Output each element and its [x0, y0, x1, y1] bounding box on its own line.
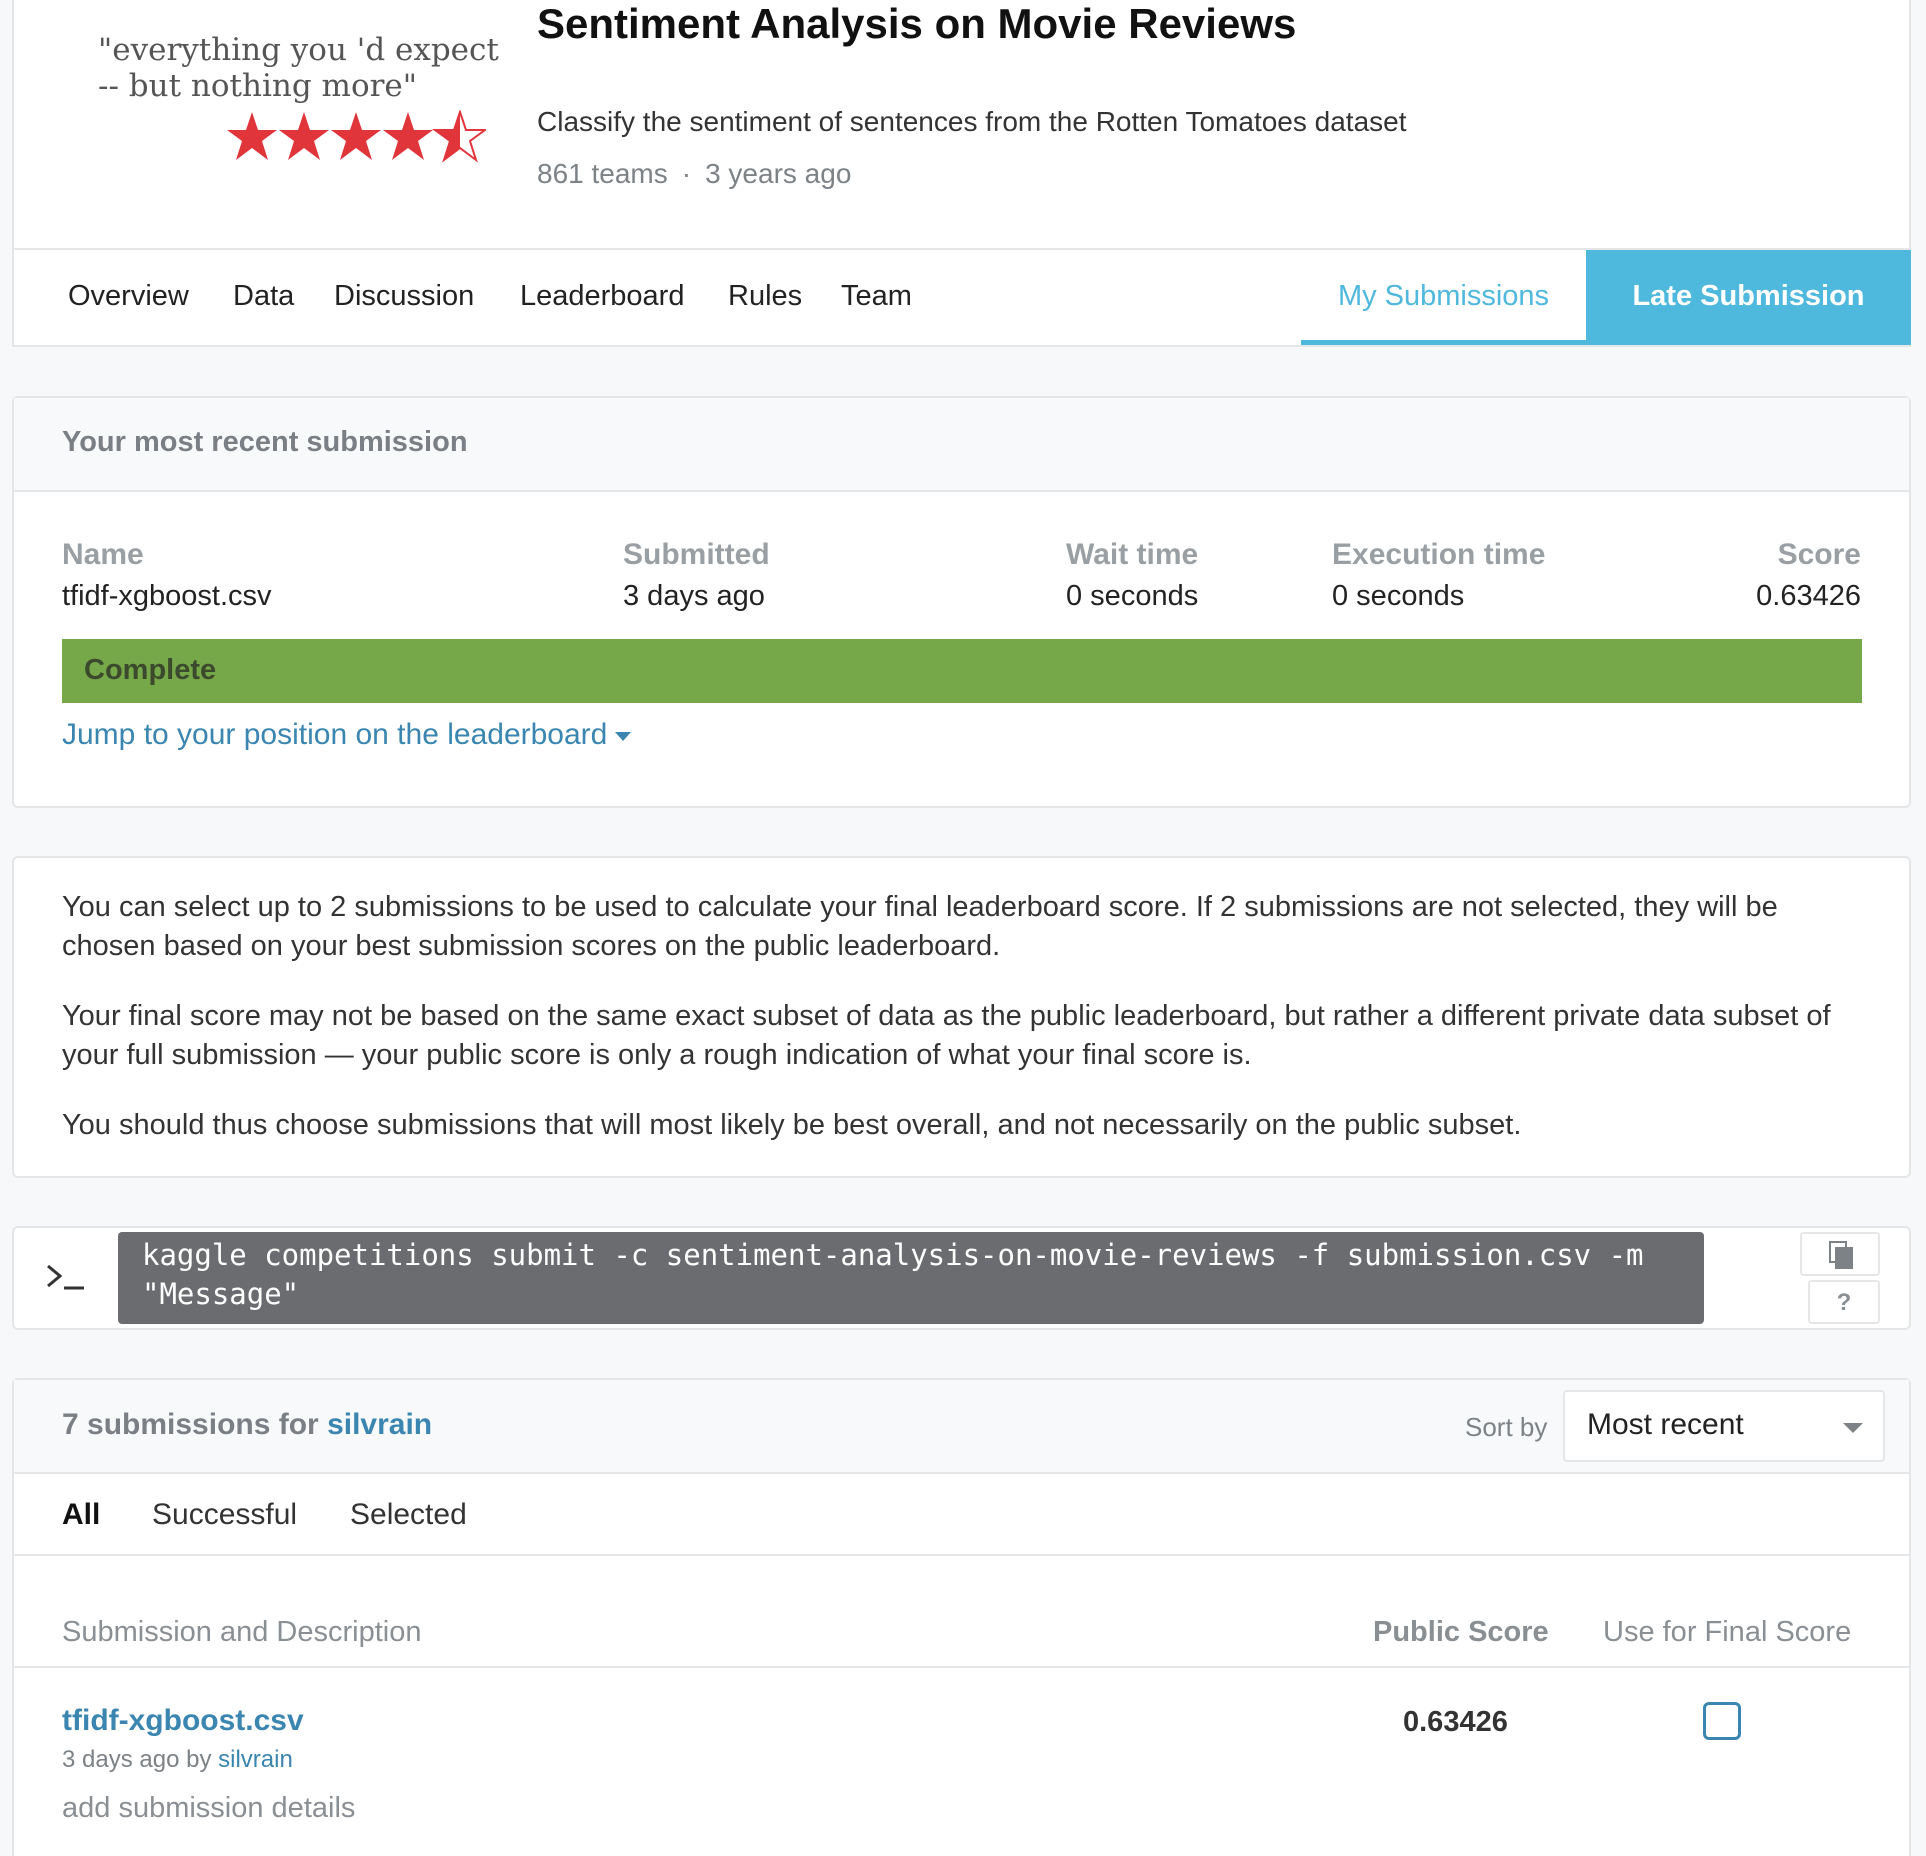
public-score-value: 0.63426 [1403, 1706, 1508, 1738]
score-label: Score [1777, 538, 1861, 571]
column-header-public-score[interactable]: Public Score [1373, 1616, 1549, 1649]
submission-filters [14, 1474, 1909, 1556]
filter-all[interactable]: All [62, 1498, 100, 1532]
competition-header: "everything you 'd expect -- but nothing… [12, 0, 1911, 347]
tab-discussion[interactable]: Discussion [334, 280, 474, 313]
tab-team[interactable]: Team [841, 280, 912, 313]
submissions-header: 7 submissions for silvrain Sort by Most … [14, 1380, 1909, 1474]
tab-overview[interactable]: Overview [68, 280, 189, 313]
info-paragraph: You should thus choose submissions that … [62, 1109, 1522, 1141]
recent-submission-panel: Your most recent submission Name tfidf-x… [12, 396, 1911, 808]
competition-title: Sentiment Analysis on Movie Reviews [537, 0, 1297, 47]
competition-age: 3 years ago [705, 158, 852, 189]
team-count: 861 teams [537, 158, 668, 189]
execution-time-label: Execution time [1332, 538, 1546, 571]
copy-button[interactable] [1800, 1232, 1880, 1276]
status-badge: Complete [62, 639, 1862, 703]
sort-select[interactable]: Most recent [1563, 1390, 1885, 1462]
execution-time-column: Execution time 0 seconds [1332, 538, 1545, 613]
sort-value: Most recent [1587, 1408, 1744, 1441]
wait-time-label: Wait time [1066, 538, 1199, 571]
terminal-icon [47, 1264, 84, 1290]
competition-subtitle: Classify the sentiment of sentences from… [537, 106, 1407, 137]
help-button[interactable]: ? [1808, 1280, 1880, 1324]
cli-command[interactable]: kaggle competitions submit -c sentiment-… [118, 1232, 1704, 1324]
info-paragraph: You can select up to 2 submissions to be… [62, 891, 1778, 962]
score-value: 0.63426 [1756, 580, 1861, 612]
user-link[interactable]: silvrain [327, 1408, 432, 1441]
tab-leaderboard[interactable]: Leaderboard [520, 280, 684, 313]
jump-to-leaderboard-link[interactable]: Jump to your position on the leaderboard [62, 718, 632, 752]
submissions-panel: 7 submissions for silvrain Sort by Most … [12, 1378, 1911, 1856]
name-value: tfidf-xgboost.csv [62, 580, 272, 612]
submitted-value: 3 days ago [623, 580, 765, 612]
logo-quote: "everything you 'd expect -- but nothing… [98, 32, 499, 104]
column-header-final-score: Use for Final Score [1603, 1616, 1852, 1648]
submitted-label: Submitted [623, 538, 770, 571]
submitter-link[interactable]: silvrain [218, 1746, 293, 1773]
submissions-count: 7 submissions for silvrain [62, 1408, 432, 1442]
cli-submit-panel: kaggle competitions submit -c sentiment-… [12, 1226, 1911, 1330]
separator-dot: · [681, 158, 692, 189]
my-submissions-button[interactable]: My Submissions [1301, 250, 1586, 345]
final-score-checkbox[interactable] [1703, 1702, 1741, 1740]
submitted-column: Submitted 3 days ago [623, 538, 770, 613]
chevron-down-icon [1843, 1423, 1863, 1433]
filter-selected[interactable]: Selected [350, 1498, 467, 1532]
copy-icon [1829, 1241, 1853, 1269]
name-column: Name tfidf-xgboost.csv [62, 538, 272, 613]
column-header-description: Submission and Description [62, 1616, 422, 1648]
competition-tabs: Overview Data Discussion Leaderboard Rul… [14, 248, 1911, 345]
submissions-count-label: 7 submissions for [62, 1408, 328, 1441]
final-score-info-panel: You can select up to 2 submissions to be… [12, 856, 1911, 1178]
competition-meta: 861 teams · 3 years ago [537, 158, 851, 190]
score-column: Score 0.63426 [1756, 538, 1861, 613]
recent-submission-heading: Your most recent submission [14, 398, 1909, 492]
submission-file-link[interactable]: tfidf-xgboost.csv [62, 1704, 304, 1738]
add-details-link[interactable]: add submission details [62, 1792, 355, 1825]
submission-meta: 3 days ago by silvrain [62, 1746, 293, 1774]
info-paragraph: Your final score may not be based on the… [62, 1000, 1831, 1071]
caret-down-icon [615, 731, 632, 741]
rating-stars-icon [227, 110, 486, 163]
execution-time-value: 0 seconds [1332, 580, 1465, 612]
wait-time-value: 0 seconds [1066, 580, 1199, 612]
table-divider [14, 1666, 1909, 1668]
sort-label: Sort by [1465, 1412, 1548, 1442]
jump-link-label: Jump to your position on the leaderboard [62, 718, 608, 751]
wait-time-column: Wait time 0 seconds [1066, 538, 1198, 613]
submission-time: 3 days ago by [62, 1746, 219, 1773]
filter-successful[interactable]: Successful [152, 1498, 297, 1532]
late-submission-button[interactable]: Late Submission [1586, 250, 1911, 345]
tab-data[interactable]: Data [233, 280, 294, 313]
tab-rules[interactable]: Rules [728, 280, 802, 313]
name-label: Name [62, 538, 144, 571]
competition-logo: "everything you 'd expect -- but nothing… [84, 32, 504, 182]
